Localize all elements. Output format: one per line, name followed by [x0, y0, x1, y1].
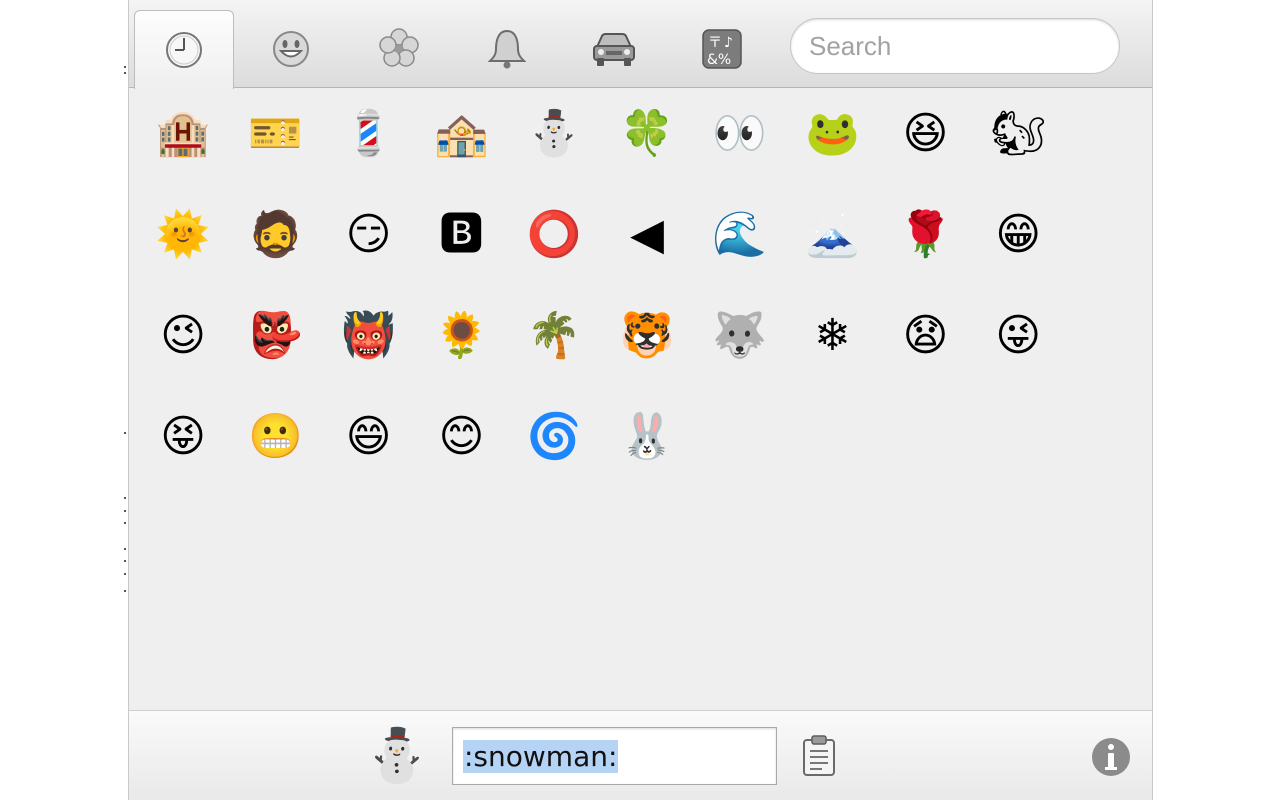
emoji-cell-wink[interactable]: 😉 — [143, 296, 223, 376]
emoji-cell-tiger[interactable]: 🐯 — [607, 296, 687, 376]
emoji-cell-ogre[interactable]: 👹 — [329, 296, 409, 376]
emoji-cell-sunflower[interactable]: 🌻 — [421, 296, 501, 376]
category-toolbar: 〒 ♪ &% — [129, 0, 1152, 89]
clipboard-icon — [803, 735, 835, 776]
emoji-cell-post-office[interactable]: 🏤 — [421, 94, 501, 174]
flower-icon — [379, 28, 419, 67]
emoji-cell-snowman[interactable]: ⛄ — [514, 94, 594, 174]
selected-emoji-preview: ⛄ — [364, 725, 430, 786]
emoji-cell-arrow-backward[interactable]: ◀ — [607, 195, 687, 275]
tab-nature[interactable] — [349, 10, 449, 88]
emoji-cell-palm-tree[interactable]: 🌴 — [514, 296, 594, 376]
bell-icon — [487, 29, 527, 69]
emoji-cell-hotel[interactable]: 🏨 — [143, 94, 223, 174]
emoji-cell-mount-fuji[interactable]: 🗻 — [793, 195, 873, 275]
emoji-cell-cyclone[interactable]: 🌀 — [514, 397, 594, 477]
info-button[interactable] — [1091, 737, 1131, 777]
emoji-cell-anguished[interactable]: 😧 — [885, 296, 965, 376]
emoji-cell-frog[interactable]: 🐸 — [793, 94, 873, 174]
emoji-cell-smile[interactable]: 😄 — [329, 397, 409, 477]
smiley-icon — [273, 31, 309, 67]
search-input[interactable] — [790, 18, 1120, 74]
emoji-cell-goblin[interactable]: 👺 — [236, 296, 316, 376]
tab-people[interactable] — [241, 10, 341, 88]
emoji-cell-squirrel[interactable]: 🐿 — [978, 94, 1058, 174]
emoji-cell-stuck-out-tongue-closed-eyes[interactable]: 😝 — [143, 397, 223, 477]
emoji-cell-bearded-person[interactable]: 🧔 — [236, 195, 316, 275]
copy-button[interactable] — [801, 735, 837, 777]
emoji-cell-barber-pole[interactable]: 💈 — [329, 94, 409, 174]
emoji-cell-eyes[interactable]: 👀 — [700, 94, 780, 174]
tab-places[interactable] — [564, 10, 664, 88]
emoji-cell-rose[interactable]: 🌹 — [885, 195, 965, 275]
emoji-cell-grimacing[interactable]: 😬 — [236, 397, 316, 477]
emoji-cell-stuck-out-tongue-winking-eye[interactable]: 😜 — [978, 296, 1058, 376]
emoji-cell-sun-with-face[interactable]: 🌞 — [143, 195, 223, 275]
emoji-cell-ocean[interactable]: 🌊 — [700, 195, 780, 275]
emoji-grid: 🏨 🎫 💈 🏤 ⛄ 🍀 👀 🐸 😆 🐿 🌞 🧔 😏 🅱 ⭕ ◀ 🌊 🗻 🌹 😁 😉 👺 👹 🌻 🌴 🐯 🐺 ❄ 😧 😜 😝 😬 😄 😊 🌀 🐰 — [129, 88, 1152, 710]
emoji-picker-window: 〒 ♪ &% 🏨🎫💈🏤⛄🍀👀🐸😆🐿🌞🧔😏🅱⭕◀🌊🗻🌹😁😉👺👹🌻🌴🐯🐺❄😧😜😝😬😄… — [128, 0, 1153, 800]
emoji-cell-o[interactable]: ⭕ — [514, 195, 594, 275]
emoji-cell-rabbit[interactable]: 🐰 — [607, 397, 687, 477]
emoji-cell-ticket[interactable]: 🎫 — [236, 94, 316, 174]
tab-recent[interactable] — [134, 10, 234, 89]
emoji-cell-four-leaf-clover[interactable]: 🍀 — [607, 94, 687, 174]
emoji-cell-laughing[interactable]: 😆 — [885, 94, 965, 174]
emoji-cell-snowflake[interactable]: ❄ — [793, 296, 873, 376]
svg-text:〒: 〒 — [708, 35, 722, 51]
clock-icon — [166, 32, 202, 68]
emoji-cell-troll-face[interactable]: 😏 — [329, 195, 409, 275]
svg-text:♪: ♪ — [724, 35, 733, 51]
emoji-cell-blush[interactable]: 😊 — [421, 397, 501, 477]
symbols-icon: 〒 ♪ &% — [702, 29, 742, 69]
info-icon — [1092, 738, 1130, 776]
tab-objects[interactable] — [457, 10, 557, 88]
emoji-cell-grin[interactable]: 😁 — [978, 195, 1058, 275]
emoji-name-text: :snowman: — [463, 739, 619, 773]
svg-text:&%: &% — [707, 52, 731, 68]
emoji-cell-wolf[interactable]: 🐺 — [700, 296, 780, 376]
tab-symbols[interactable]: 〒 ♪ &% — [672, 10, 772, 88]
selection-bar: ⛄ :snowman: — [129, 710, 1152, 800]
car-icon — [593, 33, 635, 66]
emoji-name-field[interactable]: :snowman: — [452, 727, 777, 785]
emoji-cell-b-button[interactable]: 🅱 — [421, 195, 501, 275]
